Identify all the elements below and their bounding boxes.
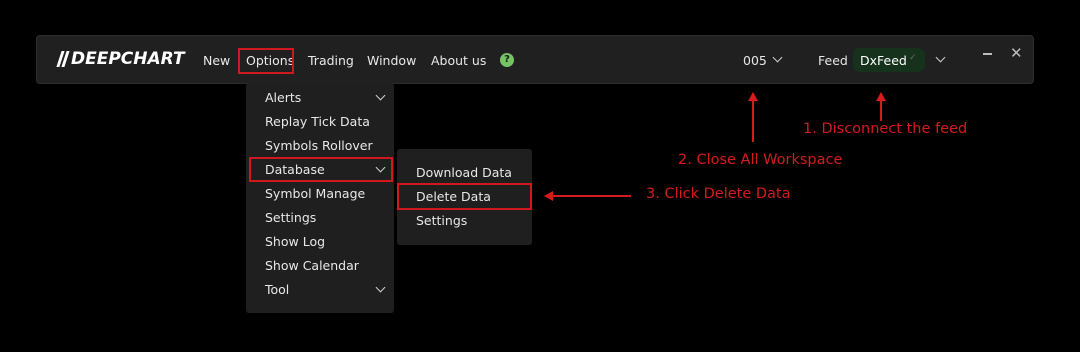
menu-item-show-log[interactable]: Show Log: [265, 234, 325, 249]
options-highlight: [238, 48, 294, 74]
arrow-line: [752, 100, 754, 142]
logo-text: DEEPCHART: [71, 49, 185, 69]
feed-label: Feed: [818, 53, 848, 68]
top-toolbar: DEEPCHART New Options Trading Window Abo…: [36, 35, 1034, 84]
question-circle-icon[interactable]: ?: [500, 53, 514, 67]
annotation-step-1: 1. Disconnect the feed: [803, 121, 968, 137]
app-logo: DEEPCHART: [56, 49, 185, 69]
chevron-down-icon[interactable]: [935, 52, 946, 63]
menu-item-symbol-manage[interactable]: Symbol Manage: [265, 186, 365, 201]
arrow-head-icon: [544, 191, 553, 201]
menu-trading[interactable]: Trading: [308, 53, 354, 68]
chevron-down-icon[interactable]: [375, 282, 386, 293]
menu-item-show-calendar[interactable]: Show Calendar: [265, 258, 359, 273]
database-highlight: [249, 157, 393, 182]
annotation-step-2: 2. Close All Workspace: [678, 152, 843, 168]
arrow-line: [880, 100, 882, 121]
menu-about[interactable]: About us: [431, 53, 486, 68]
menu-item-replay-tick-data[interactable]: Replay Tick Data: [265, 114, 370, 129]
minimize-icon[interactable]: [983, 53, 992, 55]
menu-window[interactable]: Window: [367, 53, 416, 68]
menu-item-symbols-rollover[interactable]: Symbols Rollover: [265, 138, 373, 153]
menu-item-alerts[interactable]: Alerts: [265, 90, 301, 105]
delete-data-highlight: [397, 183, 532, 210]
feed-name: DxFeed: [860, 53, 907, 68]
arrow-line: [553, 195, 631, 197]
submenu-item-download-data[interactable]: Download Data: [416, 165, 512, 180]
annotation-step-3: 3. Click Delete Data: [646, 186, 791, 202]
chevron-down-icon[interactable]: [772, 52, 783, 63]
workspace-selector-value[interactable]: 005: [743, 53, 767, 68]
options-dropdown: Alerts Replay Tick Data Symbols Rollover…: [246, 83, 394, 313]
feed-selector[interactable]: DxFeed ✓: [853, 48, 925, 72]
chevron-down-icon[interactable]: [375, 90, 386, 101]
submenu-item-settings[interactable]: Settings: [416, 213, 467, 228]
menu-item-settings[interactable]: Settings: [265, 210, 316, 225]
logo-icon: [56, 51, 70, 67]
feed-status-check-icon: ✓: [909, 53, 917, 63]
menu-item-tool[interactable]: Tool: [265, 282, 289, 297]
menu-new[interactable]: New: [203, 53, 230, 68]
close-icon[interactable]: ✕: [1010, 45, 1023, 61]
